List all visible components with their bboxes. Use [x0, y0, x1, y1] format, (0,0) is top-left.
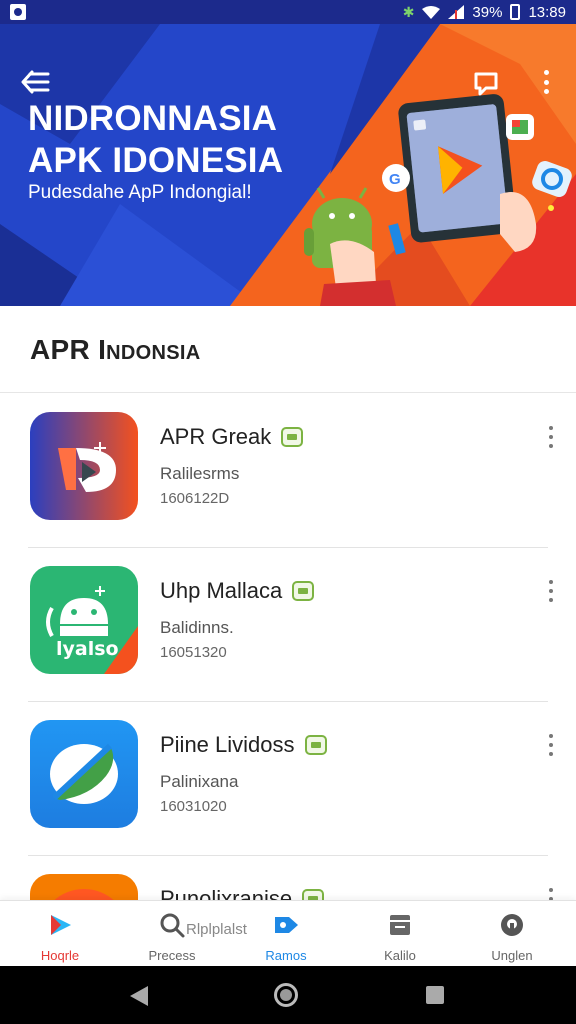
system-recents-icon[interactable] [426, 986, 444, 1004]
app-name: Uhp Mallaca [160, 578, 283, 603]
verified-badge-icon [281, 427, 304, 447]
nav-label: Unglen [491, 948, 533, 963]
play-store-icon [51, 915, 71, 935]
app-name: Piine Lividoss [160, 732, 295, 757]
nav-ramos[interactable]: Ramos [236, 909, 336, 963]
app-name: APR Greak [160, 424, 272, 449]
signal-icon [448, 5, 465, 19]
app-size: 16051320 [160, 644, 227, 661]
app-size: 16031020 [160, 798, 227, 815]
app-list-item[interactable]: lyalso Uhp Mallaca Balidinns. 16051320 [0, 548, 576, 702]
hero-subtitle: Pudesdahe ApP Indongial! [28, 182, 252, 203]
nav-kalilo[interactable]: Kalilo [350, 909, 450, 963]
notification-icon [10, 4, 26, 20]
hero-illustration: G [304, 94, 572, 306]
section-title: APR Indonsia [30, 334, 201, 365]
clock: 13:89 [528, 3, 566, 21]
app-list-item[interactable]: Piine Lividoss Palinixana 16031020 [0, 702, 576, 856]
overflow-menu-icon[interactable] [546, 734, 556, 756]
app-category: Ralilesrms [160, 464, 240, 483]
system-back-icon[interactable] [128, 986, 150, 1006]
wifi-icon [422, 5, 441, 19]
hero-banner: NIDRONNASIA APK IDONESIA Pudesdahe ApP I… [0, 24, 576, 306]
app-size: 1606122D [160, 490, 230, 507]
bluetooth-icon: ✱ [402, 3, 415, 20]
verified-badge-icon [292, 581, 315, 601]
tag-icon [275, 917, 298, 933]
battery-icon [510, 4, 521, 20]
section-divider [0, 392, 576, 393]
archive-icon [390, 915, 410, 935]
nav-unglen[interactable]: Unglen [462, 909, 562, 963]
overflow-menu-icon[interactable] [546, 580, 556, 602]
app-icon [30, 720, 138, 828]
nav-label: Kalilo [384, 948, 416, 963]
system-navigation-bar [0, 966, 576, 1024]
nav-label: Precess [148, 948, 196, 963]
bottom-navigation: Hoqrle Precess Rlplplalst Ramos Kalilo U… [0, 900, 576, 966]
app-category: Balidinns. [160, 618, 234, 637]
app-category: Palinixana [160, 772, 239, 791]
system-home-icon[interactable] [274, 983, 298, 1007]
svg-text:G: G [389, 171, 401, 188]
back-arrow-icon[interactable] [20, 70, 52, 94]
search-icon [160, 913, 185, 938]
hero-title: NIDRONNASIA APK IDONESIA [28, 99, 284, 180]
status-bar: ✱ 39% 13:89 [0, 0, 576, 24]
settings-icon [501, 914, 523, 936]
nav-label: Hoqrle [40, 948, 80, 963]
verified-badge-icon [304, 735, 327, 755]
app-icon-text: lyalso [56, 638, 119, 660]
nav-home[interactable]: Hoqrle [10, 909, 110, 963]
nav-label: Ramos [265, 948, 307, 963]
app-icon [30, 412, 138, 520]
app-list-item[interactable]: APR Greak Ralilesrms 1606122D [0, 394, 576, 548]
app-icon: lyalso [30, 566, 138, 674]
overflow-menu-icon[interactable] [546, 426, 556, 448]
battery-percent: 39% [472, 3, 503, 21]
